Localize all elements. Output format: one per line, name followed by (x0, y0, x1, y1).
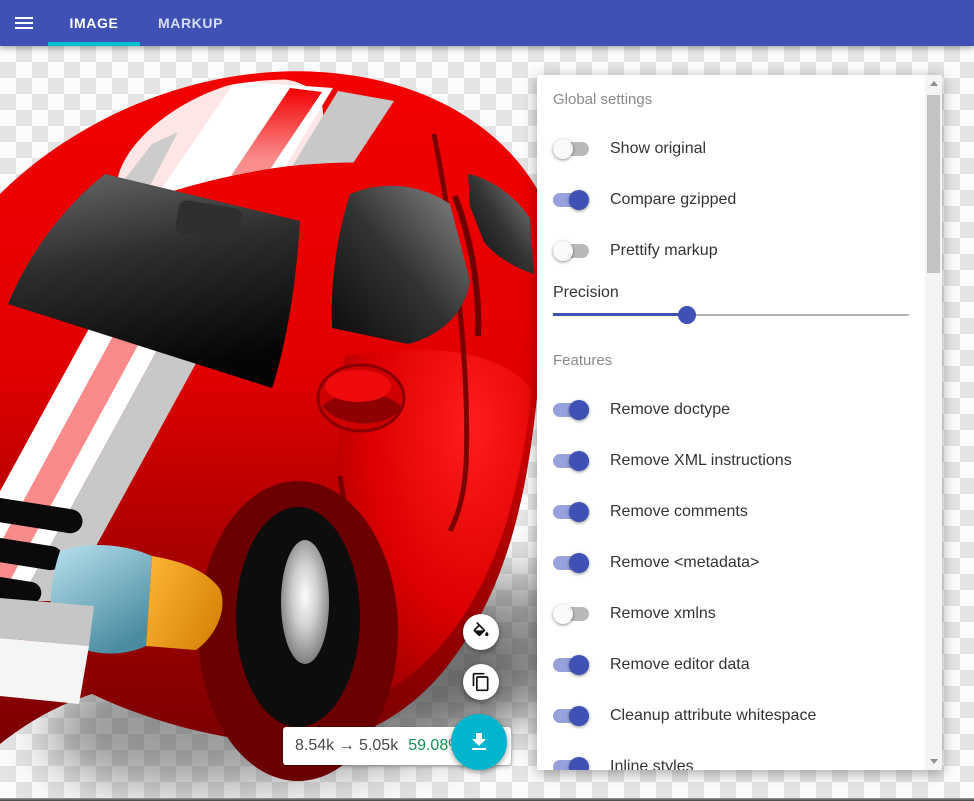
setting-row: Remove xmlns (553, 588, 925, 639)
setting-label: Remove XML instructions (610, 452, 792, 470)
paint-bucket-icon (471, 622, 491, 642)
setting-row: Show original (553, 123, 925, 174)
toggle-switch[interactable] (553, 706, 589, 726)
toggle-switch[interactable] (553, 604, 589, 624)
toggle-switch[interactable] (553, 655, 589, 675)
preview-canvas: 8.54k → 5.05k 59.08% Global settingsShow… (0, 46, 974, 801)
original-size: 8.54k (295, 737, 334, 754)
toggle-switch[interactable] (553, 553, 589, 573)
toggle-switch[interactable] (553, 400, 589, 420)
arrow-glyph: → (339, 737, 355, 754)
toggle-switch[interactable] (553, 502, 589, 522)
toggle-switch[interactable] (553, 190, 589, 210)
toggle-switch[interactable] (553, 451, 589, 471)
optimized-size: 5.05k (359, 737, 398, 754)
scrollbar-thumb[interactable] (927, 95, 940, 273)
setting-row: Compare gzipped (553, 174, 925, 225)
slider-thumb[interactable] (678, 306, 696, 324)
app-toolbar: IMAGE MARKUP (0, 0, 974, 46)
menu-icon (12, 11, 36, 35)
slider-label: Precision (553, 284, 925, 306)
setting-row: Prettify markup (553, 225, 925, 276)
setting-label: Remove editor data (610, 656, 750, 674)
toggle-switch[interactable] (553, 139, 589, 159)
setting-label: Compare gzipped (610, 191, 736, 209)
setting-label: Prettify markup (610, 242, 718, 260)
section-header: Global settings (553, 91, 925, 111)
tab-bar: IMAGE MARKUP (48, 0, 241, 46)
setting-label: Show original (610, 140, 706, 158)
section-header: Features (553, 352, 925, 372)
car-illustration (0, 46, 620, 801)
setting-label: Remove xmlns (610, 605, 716, 623)
setting-row: Remove doctype (553, 384, 925, 435)
size-report-text: 8.54k → 5.05k (295, 737, 398, 755)
setting-row: Cleanup attribute whitespace (553, 690, 925, 741)
setting-label: Remove comments (610, 503, 748, 521)
background-color-button[interactable] (463, 614, 499, 650)
download-icon (467, 730, 491, 754)
settings-panel: Global settings Show original Compare gzip… (537, 75, 942, 770)
setting-row: Remove comments (553, 486, 925, 537)
setting-row: Remove <metadata> (553, 537, 925, 588)
setting-label: Inline styles (610, 758, 694, 771)
menu-button[interactable] (0, 0, 48, 46)
tab-image[interactable]: IMAGE (48, 0, 140, 46)
copy-icon (471, 672, 491, 692)
setting-label: Remove <metadata> (610, 554, 759, 572)
download-button[interactable] (451, 714, 507, 770)
settings-list: Global settings Show original Compare gzip… (537, 75, 925, 770)
copy-button[interactable] (463, 664, 499, 700)
setting-row: Remove XML instructions (553, 435, 925, 486)
setting-row: Inline styles (553, 741, 925, 770)
toggle-switch[interactable] (553, 757, 589, 771)
setting-label: Remove doctype (610, 401, 730, 419)
precision-slider[interactable] (553, 306, 909, 324)
scroll-up-icon[interactable] (925, 75, 942, 92)
tab-label: IMAGE (70, 15, 119, 31)
setting-row: Remove editor data (553, 639, 925, 690)
panel-scrollbar[interactable] (925, 75, 942, 770)
tab-markup[interactable]: MARKUP (140, 0, 241, 46)
setting-label: Cleanup attribute whitespace (610, 707, 816, 725)
scroll-down-icon[interactable] (925, 753, 942, 770)
toggle-switch[interactable] (553, 241, 589, 261)
tab-label: MARKUP (158, 15, 223, 31)
